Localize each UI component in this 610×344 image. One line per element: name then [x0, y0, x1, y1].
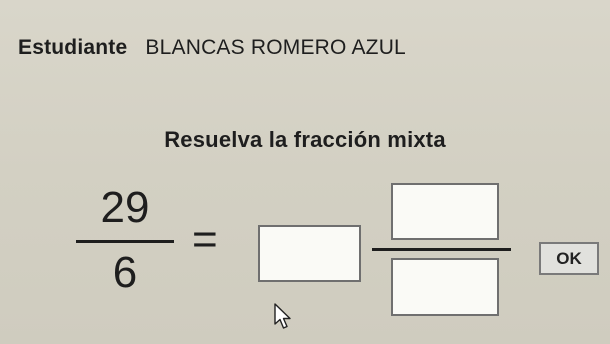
given-numerator: 29: [100, 183, 150, 232]
fraction-bar: [76, 240, 174, 243]
student-label: Estudiante: [18, 36, 128, 59]
answer-fraction-bar: [372, 248, 511, 251]
equals-sign: =: [192, 215, 218, 264]
ok-button[interactable]: OK: [539, 242, 599, 275]
numerator-input[interactable]: [391, 183, 499, 240]
denominator-input[interactable]: [391, 258, 499, 316]
student-name: BLANCAS ROMERO AZUL: [145, 36, 406, 59]
student-info: Estudiante BLANCAS ROMERO AZUL: [18, 36, 406, 60]
mouse-pointer-icon: [274, 303, 291, 329]
given-fraction: 29 6: [76, 186, 174, 301]
given-denominator: 6: [112, 248, 138, 297]
instruction-text: Resuelva la fracción mixta: [164, 127, 446, 152]
whole-number-input[interactable]: [258, 225, 361, 282]
